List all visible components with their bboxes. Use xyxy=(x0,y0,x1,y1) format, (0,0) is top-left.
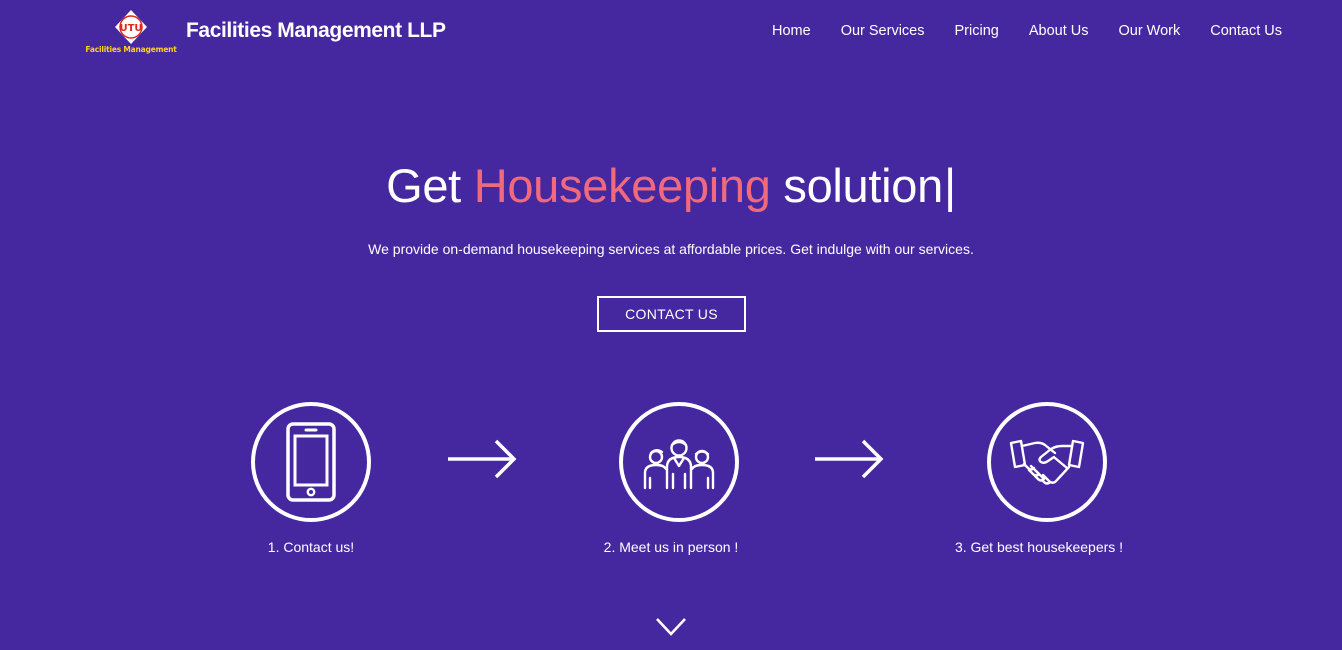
nav-pricing[interactable]: Pricing xyxy=(955,23,999,39)
nav-home[interactable]: Home xyxy=(772,23,811,39)
arrow-right-icon xyxy=(448,439,517,479)
hero-title-prefix: Get xyxy=(386,159,461,212)
brand-name[interactable]: Facilities Management LLP xyxy=(186,19,446,43)
group-people-icon xyxy=(643,439,715,490)
step-3-circle xyxy=(987,402,1107,522)
arrow-right-icon xyxy=(815,439,884,479)
smartphone-icon xyxy=(286,422,336,502)
logo-diamond-icon: UTU xyxy=(115,10,147,44)
hero-subtitle: We provide on-demand housekeeping servic… xyxy=(368,241,974,257)
nav-our-services[interactable]: Our Services xyxy=(841,23,925,39)
step-1-label: 1. Contact us! xyxy=(267,539,355,555)
step-1-circle xyxy=(251,402,371,522)
step-3-label: 3. Get best housekeepers ! xyxy=(954,539,1124,555)
nav-about-us[interactable]: About Us xyxy=(1029,23,1089,39)
scroll-down-chevron-icon[interactable] xyxy=(655,616,687,638)
hero-title-suffix: solution xyxy=(783,159,943,212)
handshake-icon xyxy=(1009,439,1085,485)
main-nav: Home Our Services Pricing About Us Our W… xyxy=(772,23,1282,39)
typing-cursor: | xyxy=(943,159,956,212)
nav-contact-us[interactable]: Contact Us xyxy=(1210,23,1282,39)
logo-caption: Facilities Management xyxy=(85,45,177,54)
site-header: UTU Facilities Management Facilities Man… xyxy=(0,0,1342,64)
nav-our-work[interactable]: Our Work xyxy=(1118,23,1180,39)
step-2-label: 2. Meet us in person ! xyxy=(603,539,739,555)
hero-title: Get Housekeeping solution| xyxy=(0,158,1342,213)
step-2-circle xyxy=(619,402,739,522)
logo-initials: UTU xyxy=(119,23,142,34)
contact-us-button[interactable]: CONTACT US xyxy=(597,296,746,332)
company-logo[interactable]: UTU Facilities Management xyxy=(84,8,178,56)
hero-title-highlight: Housekeeping xyxy=(473,159,771,212)
